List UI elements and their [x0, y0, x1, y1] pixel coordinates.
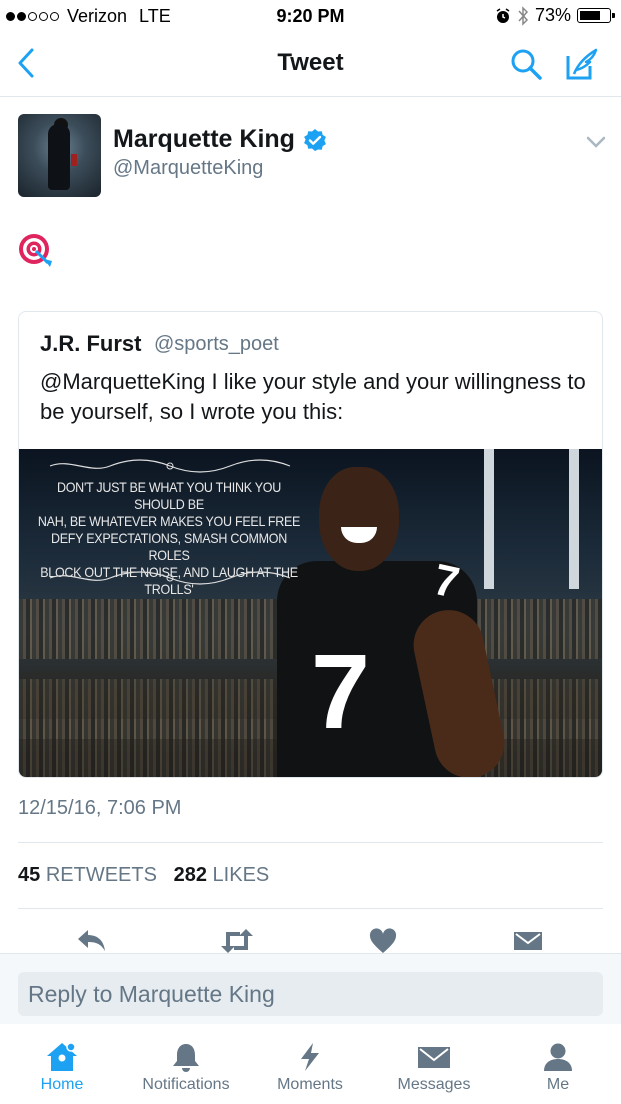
tab-home[interactable]: Home — [0, 1030, 124, 1094]
bell-icon — [173, 1044, 199, 1072]
likes-label[interactable]: LIKES — [213, 864, 270, 886]
tab-label: Me — [546, 1076, 570, 1093]
quoted-tweet-image[interactable]: 7 7 DON'T JUST BE WHAT YOU THINK YOU SHO… — [19, 449, 602, 777]
verified-badge-icon — [304, 128, 326, 151]
search-icon[interactable] — [508, 46, 544, 82]
tab-label: Home — [40, 1076, 84, 1093]
tab-me[interactable]: Me — [496, 1030, 620, 1094]
direct-message-icon[interactable] — [513, 928, 543, 954]
reply-icon[interactable] — [76, 928, 108, 954]
chevron-down-icon[interactable] — [584, 134, 608, 150]
direct-hit-emoji-icon — [19, 234, 52, 267]
envelope-icon — [418, 1047, 450, 1068]
retweet-count[interactable]: 45 — [18, 864, 40, 886]
status-bar: Verizon LTE 9:20 PM 73% — [0, 0, 621, 34]
alarm-icon — [496, 7, 510, 23]
tweet-stats: 45 RETWEETS 282 LIKES — [18, 864, 269, 887]
bottom-flourish-icon — [49, 571, 291, 585]
home-icon — [47, 1042, 77, 1071]
author-name[interactable]: Marquette King — [113, 125, 295, 154]
author-name-row[interactable]: Marquette King — [113, 125, 327, 154]
poem-line: DON'T JUST BE WHAT YOU THINK YOU SHOULD … — [56, 480, 282, 512]
quoted-author-name: J.R. Furst — [40, 331, 142, 356]
tweet-timestamp: 12/15/16, 7:06 PM — [18, 797, 182, 819]
battery-percent: 73% — [534, 5, 571, 25]
like-icon[interactable] — [369, 928, 397, 954]
author-handle[interactable]: @MarquetteKing — [113, 157, 263, 180]
compose-icon[interactable] — [564, 46, 600, 82]
tab-moments[interactable]: Moments — [248, 1030, 372, 1094]
retweets-label[interactable]: RETWEETS — [46, 864, 157, 886]
avatar[interactable] — [18, 114, 101, 197]
tab-bar: Home Notifications Moments Messages Me — [0, 1030, 621, 1104]
poem-line: NAH, BE WHATEVER MAKES YOU FEEL FREE — [37, 514, 301, 529]
lightning-icon — [301, 1043, 319, 1071]
tab-label: Moments — [277, 1076, 343, 1093]
tab-notifications[interactable]: Notifications — [124, 1030, 248, 1094]
divider — [18, 842, 603, 843]
poem-line: DEFY EXPECTATIONS, SMASH COMMON ROLES — [50, 531, 288, 563]
reply-input[interactable]: Reply to Marquette King — [18, 972, 603, 1016]
tab-label: Messages — [397, 1076, 471, 1093]
quoted-tweet-text: @MarquetteKing I like your style and you… — [40, 369, 586, 424]
like-count[interactable]: 282 — [174, 864, 207, 886]
retweet-icon[interactable] — [218, 928, 256, 954]
top-flourish-icon — [49, 459, 291, 473]
bluetooth-icon — [518, 5, 528, 26]
status-right: 73% — [495, 5, 615, 26]
tab-label: Notifications — [142, 1076, 230, 1093]
quoted-tweet[interactable]: J.R. Furst @sports_poet @MarquetteKing I… — [18, 311, 603, 778]
person-icon — [544, 1043, 572, 1071]
tab-messages[interactable]: Messages — [372, 1030, 496, 1094]
quoted-author-handle: @sports_poet — [154, 333, 279, 355]
nav-bar: Tweet — [0, 34, 621, 97]
battery-icon — [577, 8, 615, 23]
divider — [18, 908, 603, 909]
